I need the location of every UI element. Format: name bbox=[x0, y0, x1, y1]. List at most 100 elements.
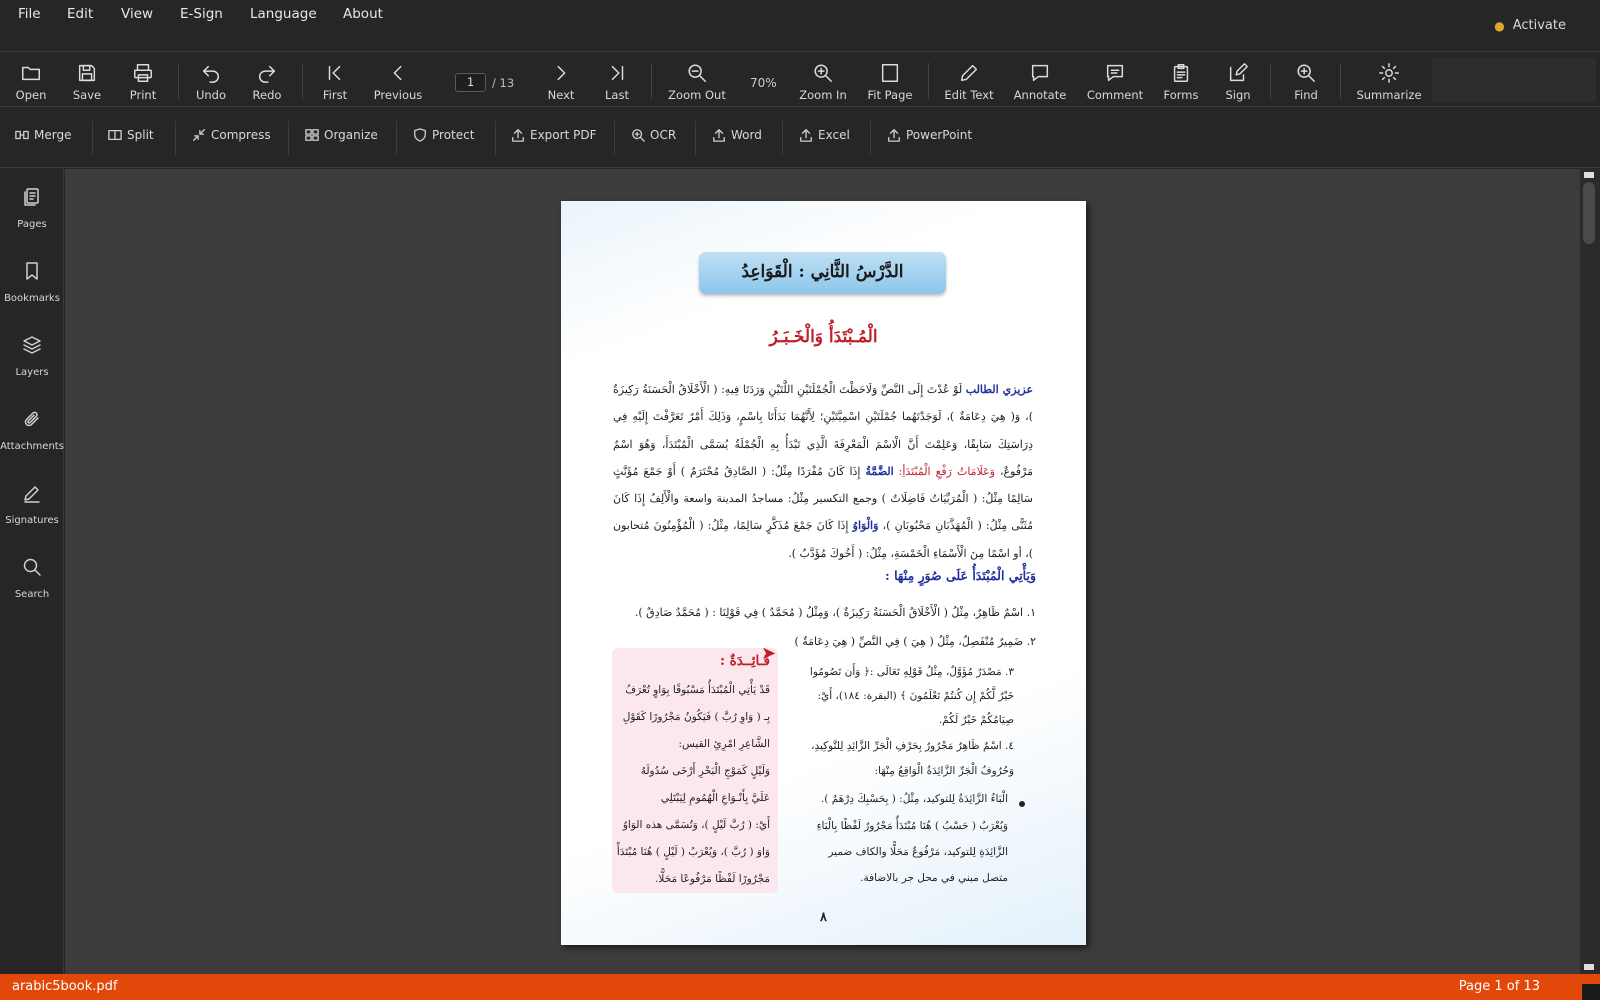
forms-button[interactable]: Forms bbox=[1153, 62, 1209, 102]
redo-label: Redo bbox=[252, 88, 282, 102]
sparkle-icon bbox=[1379, 63, 1399, 83]
next-label: Next bbox=[547, 88, 575, 102]
sidebar-signatures-label: Signatures bbox=[5, 515, 59, 526]
sidebar-attachments-label: Attachments bbox=[0, 441, 64, 452]
save-button[interactable]: Save bbox=[59, 62, 115, 102]
first-page-button[interactable]: First bbox=[307, 62, 363, 102]
bullet-line: متصل مبني في محل جر بالاضافة. bbox=[860, 872, 1008, 884]
find-button[interactable]: Find bbox=[1278, 62, 1334, 102]
edit-text-button[interactable]: Edit Text bbox=[941, 62, 997, 102]
annotate-label: Annotate bbox=[1013, 88, 1067, 102]
split-button[interactable]: Split bbox=[108, 128, 154, 142]
search-icon bbox=[1297, 64, 1315, 82]
comment-button[interactable]: Comment bbox=[1087, 62, 1143, 102]
fit-page-icon bbox=[881, 64, 899, 82]
menu-about[interactable]: About bbox=[343, 6, 383, 22]
organize-button[interactable]: Organize bbox=[305, 128, 378, 142]
compress-button[interactable]: Compress bbox=[192, 128, 271, 142]
sidebar-search-label: Search bbox=[14, 589, 50, 600]
menu-view[interactable]: View bbox=[121, 6, 153, 22]
chevron-right-icon bbox=[557, 65, 566, 81]
toolbar-divider bbox=[1270, 63, 1271, 99]
zoom-out-icon bbox=[688, 64, 706, 82]
save-icon bbox=[78, 64, 96, 82]
merge-label: Merge bbox=[34, 128, 72, 142]
toolbar-search-box[interactable] bbox=[1432, 58, 1596, 102]
note-line: عَلَيَّ بِأَنْـوَاعِ الْهُمُومِ لِيَبْتَ… bbox=[660, 792, 770, 804]
sign-button[interactable]: Sign bbox=[1210, 62, 1266, 102]
note-line: وَلَيْلٍ كَمَوْجِ الْبَحْرِ أَرْخَى سُدُ… bbox=[640, 765, 770, 777]
menu-language[interactable]: Language bbox=[250, 6, 317, 22]
export-excel-button[interactable]: Excel bbox=[799, 128, 850, 142]
redo-button[interactable]: Redo bbox=[239, 62, 295, 102]
forms-label: Forms bbox=[1163, 88, 1199, 102]
chevron-left-icon bbox=[393, 65, 402, 81]
tools-divider bbox=[288, 121, 289, 155]
summarize-button[interactable]: Summarize bbox=[1356, 62, 1422, 102]
paperclip-icon bbox=[24, 411, 39, 427]
page-total: / 13 bbox=[492, 76, 515, 90]
sign-icon bbox=[1229, 63, 1248, 82]
split-icon bbox=[108, 129, 122, 141]
page-number-input[interactable]: 1 bbox=[455, 73, 486, 92]
tools-divider bbox=[396, 121, 397, 155]
lesson-title: الدَّرْسُ الثَّانِي : الْقَوَاعِدُ bbox=[699, 252, 946, 294]
clipboard-icon bbox=[1173, 64, 1189, 82]
next-page-button[interactable]: Next bbox=[533, 62, 589, 102]
scroll-down-arrow[interactable] bbox=[1584, 964, 1594, 970]
list-item-3-cont: خَيْرٌ لَّكُمْ إِن كُنتُمْ تَعْلَمُونَ ﴾… bbox=[817, 690, 1014, 702]
intro-red-text: وَعَلَامَاتُ رَفْعِ الْمُبْتَدَأِ: bbox=[898, 464, 996, 478]
upload-icon bbox=[512, 129, 524, 142]
bullet-line: الزَّائِدَةِ لِلتوكيد، مَرْفُوعٌ مَحَلًّ… bbox=[828, 846, 1008, 858]
annotate-icon bbox=[1031, 64, 1049, 82]
undo-button[interactable]: Undo bbox=[183, 62, 239, 102]
sidebar-item-bookmarks[interactable]: Bookmarks bbox=[0, 261, 64, 304]
fit-page-button[interactable]: Fit Page bbox=[862, 62, 918, 102]
zoom-in-button[interactable]: Zoom In bbox=[795, 62, 851, 102]
note-title: فَـائِــدَةٌ : bbox=[719, 653, 770, 669]
edit-text-label: Edit Text bbox=[944, 88, 994, 102]
print-button[interactable]: Print bbox=[115, 62, 171, 102]
scroll-thumb[interactable] bbox=[1583, 182, 1595, 244]
zoom-in-label: Zoom In bbox=[799, 88, 847, 102]
organize-label: Organize bbox=[324, 128, 378, 142]
protect-button[interactable]: Protect bbox=[413, 128, 474, 142]
last-page-button[interactable]: Last bbox=[589, 62, 645, 102]
sidebar-item-layers[interactable]: Layers bbox=[0, 335, 64, 378]
pencil-icon bbox=[960, 64, 978, 82]
menu-file[interactable]: File bbox=[18, 6, 41, 22]
list-item-4: ٤. اسْمٌ ظَاهِرٌ مَجْرُورٌ بِحَرْفِ الْج… bbox=[811, 740, 1014, 752]
pdf-page[interactable]: الدَّرْسُ الثَّانِي : الْقَوَاعِدُ الْمُ… bbox=[561, 201, 1086, 945]
previous-page-button[interactable]: Previous bbox=[370, 62, 426, 102]
menu-esign[interactable]: E-Sign bbox=[180, 6, 223, 22]
toolbar-divider bbox=[1340, 63, 1341, 99]
section-title: الْمُـبْتَدَأُ وَالْخَـبَـرُ bbox=[769, 327, 878, 347]
ocr-button[interactable]: OCR bbox=[631, 128, 676, 142]
tools-divider bbox=[614, 121, 615, 155]
ocr-label: OCR bbox=[650, 128, 677, 142]
sidebar-item-signatures[interactable]: Signatures bbox=[0, 483, 64, 526]
resize-grip[interactable] bbox=[1582, 984, 1600, 1000]
toolbar-divider bbox=[651, 63, 652, 99]
sidebar-item-search[interactable]: Search bbox=[0, 557, 64, 600]
scroll-up-arrow[interactable] bbox=[1584, 172, 1594, 178]
export-powerpoint-button[interactable]: PowerPoint bbox=[887, 128, 972, 142]
status-page-info: Page 1 of 13 bbox=[1458, 979, 1540, 994]
last-page-icon bbox=[611, 65, 624, 81]
vertical-scrollbar[interactable] bbox=[1580, 169, 1600, 974]
first-page-icon bbox=[328, 65, 341, 81]
export-word-button[interactable]: Word bbox=[712, 128, 762, 142]
export-pdf-button[interactable]: Export PDF bbox=[511, 128, 596, 142]
sidebar-item-attachments[interactable]: Attachments bbox=[0, 409, 64, 452]
merge-button[interactable]: Merge bbox=[15, 128, 71, 142]
list-item-1: ١. اسْمٌ ظَاهِرٌ، مِثْلُ ( الْأَخْلَاقُ … bbox=[634, 606, 1036, 619]
open-button[interactable]: Open bbox=[3, 62, 59, 102]
zoom-out-button[interactable]: Zoom Out bbox=[668, 62, 726, 102]
sidebar-item-pages[interactable]: Pages bbox=[0, 187, 64, 230]
annotate-button[interactable]: Annotate bbox=[1012, 62, 1068, 102]
activate-button[interactable]: ● Activate bbox=[1494, 18, 1566, 33]
zoom-level[interactable]: 70% bbox=[750, 76, 777, 90]
first-label: First bbox=[322, 88, 348, 102]
printer-icon bbox=[134, 64, 152, 82]
menu-edit[interactable]: Edit bbox=[67, 6, 93, 22]
